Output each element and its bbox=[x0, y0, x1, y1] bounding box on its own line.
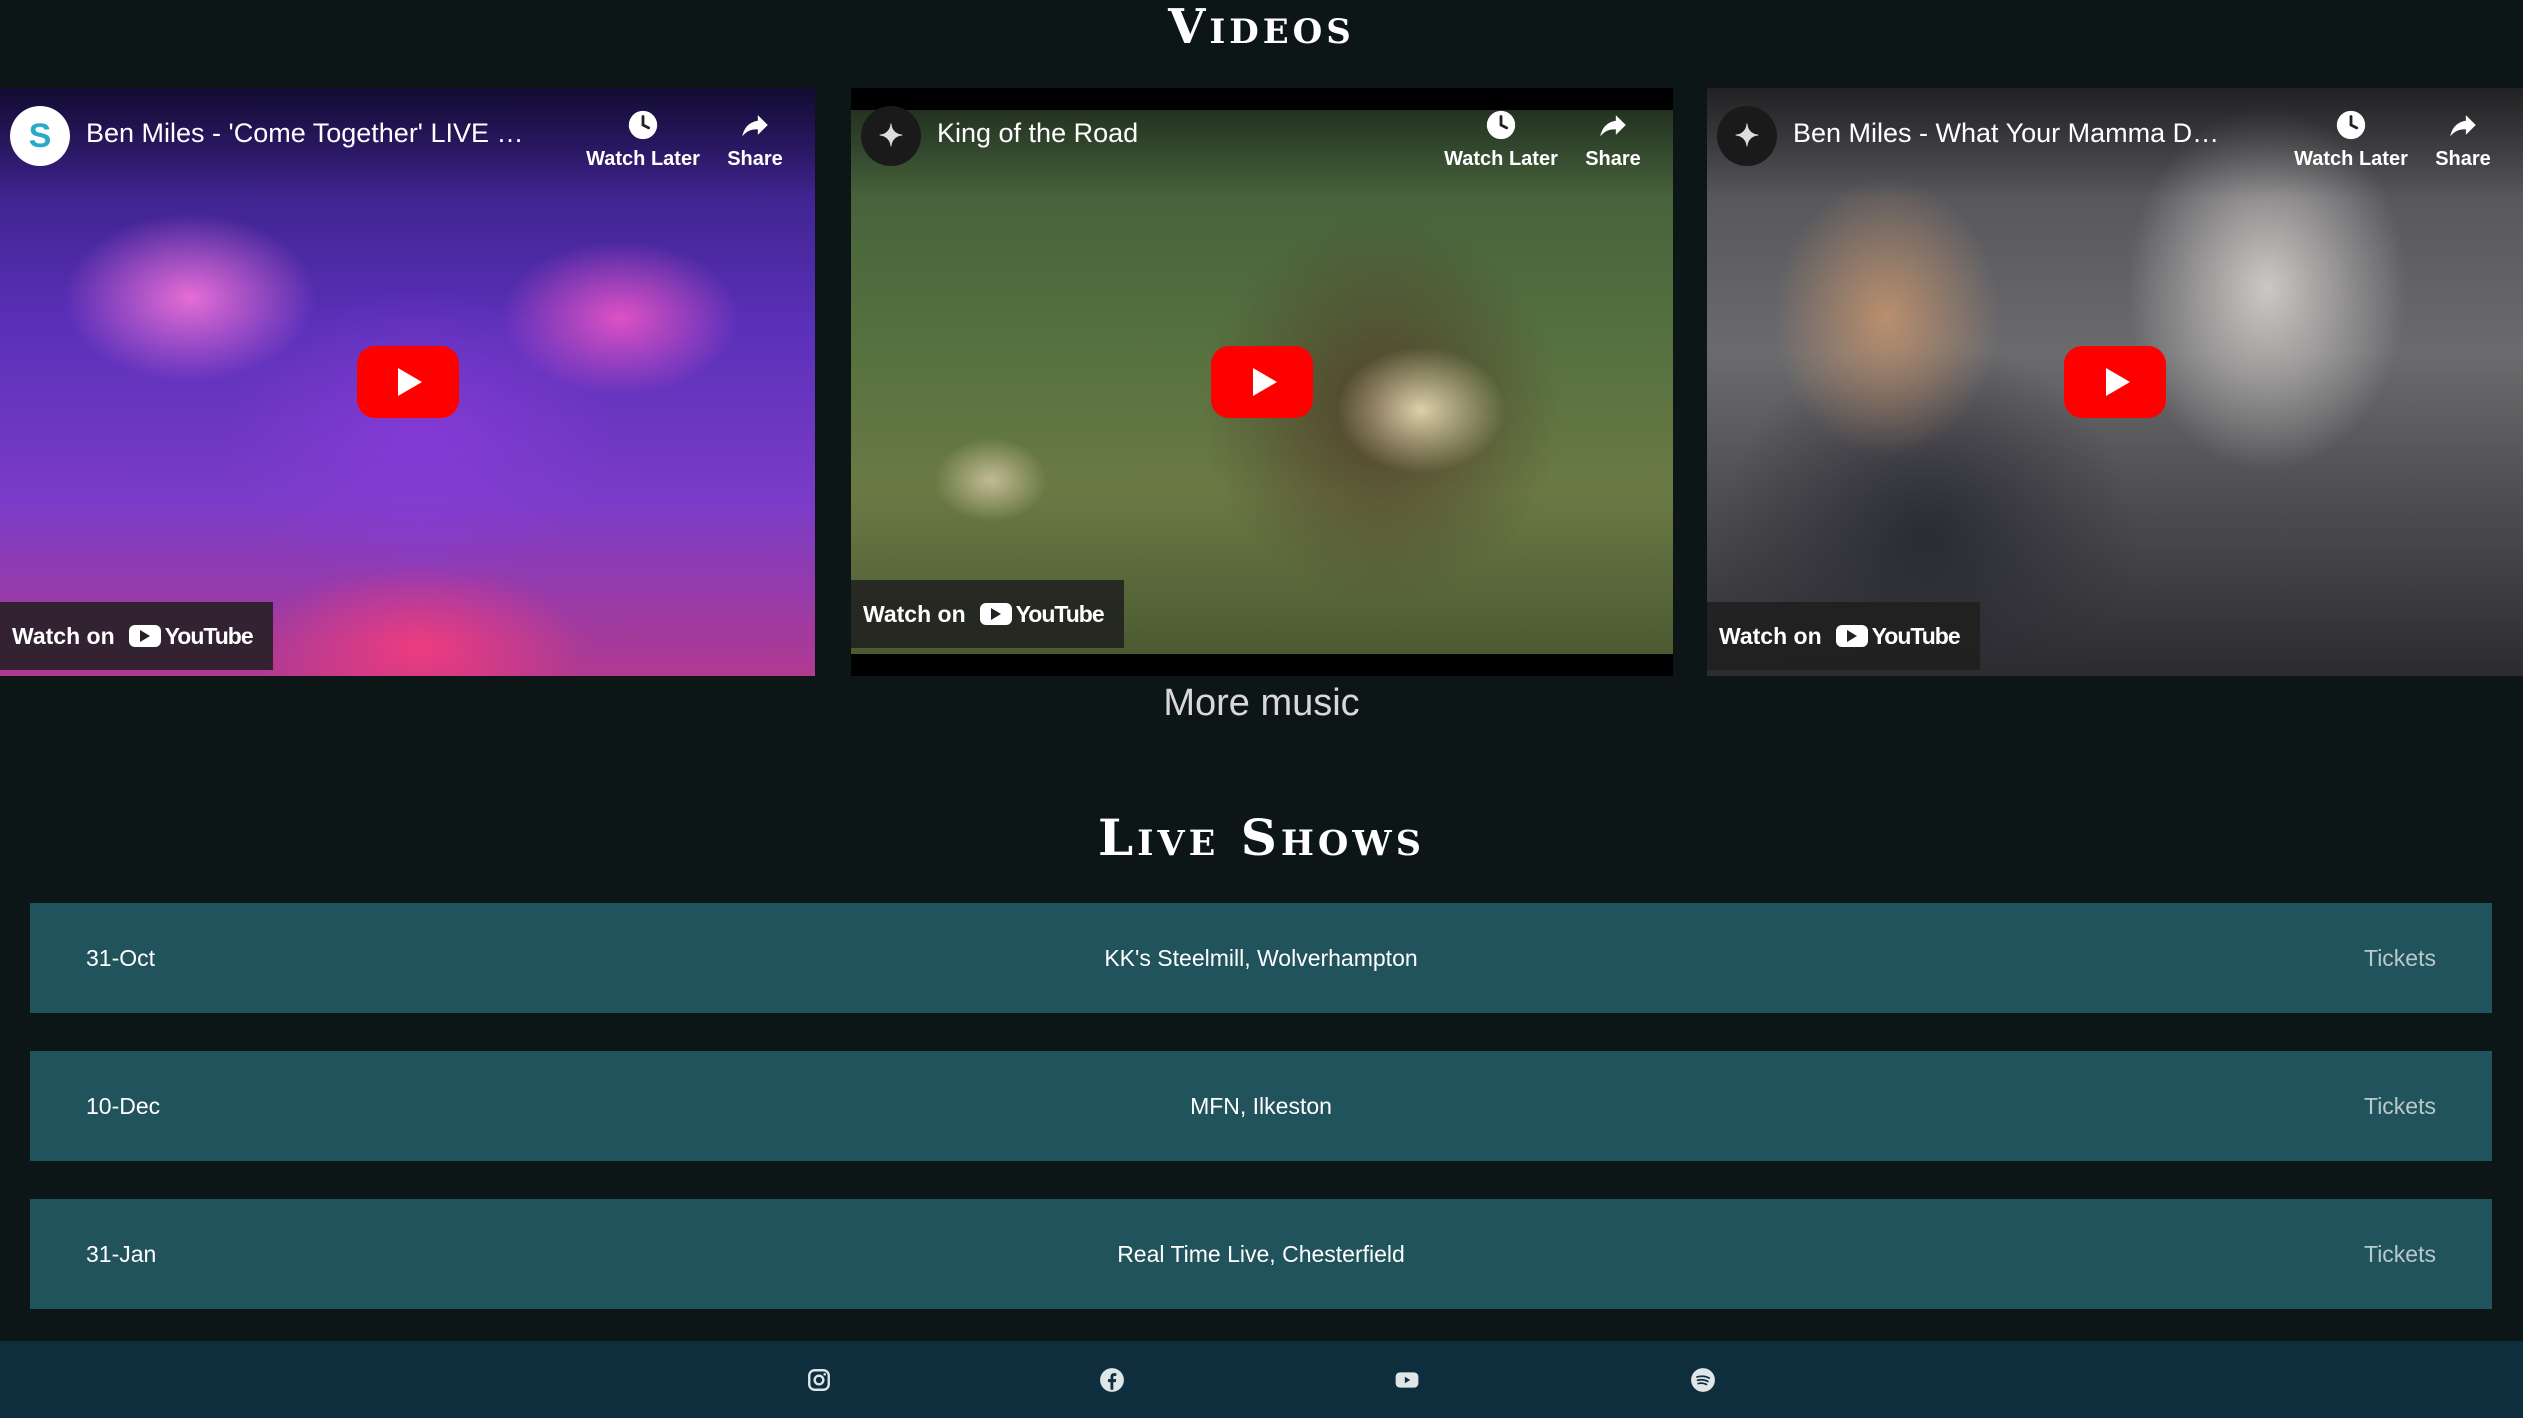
share-button[interactable]: Share bbox=[2403, 108, 2523, 171]
facebook-icon[interactable] bbox=[1099, 1367, 1125, 1393]
share-label: Share bbox=[727, 148, 783, 170]
site-footer bbox=[0, 1341, 2523, 1418]
youtube-wordmark: YouTube bbox=[164, 622, 254, 649]
watch-on-youtube-link[interactable]: Watch on YouTube bbox=[0, 602, 273, 670]
share-icon bbox=[2450, 115, 2476, 137]
show-venue: KK's Steelmill, Wolverhampton bbox=[1104, 944, 1418, 971]
share-icon bbox=[742, 115, 768, 137]
youtube-logo: YouTube bbox=[979, 600, 1105, 628]
tickets-link[interactable]: Tickets bbox=[2364, 1241, 2436, 1268]
video-gallery: S Ben Miles - 'Come Together' LIVE at R.… bbox=[0, 88, 2523, 676]
clock-icon bbox=[628, 110, 658, 140]
spotify-icon[interactable] bbox=[1690, 1367, 1716, 1393]
video-embed[interactable]: ✦ King of the Road Watch Later Share Wat… bbox=[851, 88, 1673, 676]
show-row: 10-Dec MFN, Ilkeston Tickets bbox=[30, 1051, 2492, 1161]
youtube-icon bbox=[128, 625, 161, 647]
show-venue: Real Time Live, Chesterfield bbox=[1117, 1240, 1405, 1267]
youtube-wordmark: YouTube bbox=[1015, 600, 1105, 627]
youtube-wordmark: YouTube bbox=[1871, 622, 1961, 649]
video-title[interactable]: Ben Miles - What Your Mamma Don't ... bbox=[1793, 118, 2233, 149]
share-label: Share bbox=[1585, 148, 1641, 170]
channel-avatar[interactable]: S bbox=[10, 106, 70, 166]
videos-heading: Videos bbox=[1168, 0, 1355, 55]
youtube-icon bbox=[1835, 625, 1868, 647]
play-icon bbox=[2105, 368, 2130, 396]
play-button[interactable] bbox=[356, 346, 459, 418]
play-button[interactable] bbox=[2064, 346, 2166, 418]
youtube-logo: YouTube bbox=[128, 622, 254, 650]
watch-on-label: Watch on bbox=[863, 600, 966, 627]
video-header: S Ben Miles - 'Come Together' LIVE at R.… bbox=[0, 88, 815, 198]
watch-on-youtube-link[interactable]: Watch on YouTube bbox=[851, 580, 1124, 648]
video-header: ✦ King of the Road Watch Later Share bbox=[851, 88, 1673, 198]
video-title[interactable]: Ben Miles - 'Come Together' LIVE at R... bbox=[86, 118, 526, 149]
watch-later-label: Watch Later bbox=[2294, 148, 2408, 170]
video-embed[interactable]: S Ben Miles - 'Come Together' LIVE at R.… bbox=[0, 88, 815, 676]
clock-icon bbox=[1486, 110, 1516, 140]
share-button[interactable]: Share bbox=[695, 108, 815, 171]
watch-on-label: Watch on bbox=[12, 622, 115, 649]
watch-later-button[interactable]: Watch Later bbox=[2291, 108, 2411, 171]
share-icon bbox=[1600, 115, 1626, 137]
instagram-icon[interactable] bbox=[806, 1367, 832, 1393]
more-music-link[interactable]: More music bbox=[0, 682, 2523, 725]
show-venue: MFN, Ilkeston bbox=[1190, 1092, 1332, 1119]
video-header: ✦ Ben Miles - What Your Mamma Don't ... … bbox=[1707, 88, 2523, 198]
show-row: 31-Oct KK's Steelmill, Wolverhampton Tic… bbox=[30, 903, 2492, 1013]
watch-later-label: Watch Later bbox=[1444, 148, 1558, 170]
video-embed[interactable]: ✦ Ben Miles - What Your Mamma Don't ... … bbox=[1707, 88, 2523, 676]
channel-avatar[interactable]: ✦ bbox=[861, 106, 921, 166]
watch-later-label: Watch Later bbox=[586, 148, 700, 170]
video-title[interactable]: King of the Road bbox=[937, 118, 1377, 149]
clock-icon bbox=[2336, 110, 2366, 140]
youtube-icon bbox=[979, 603, 1012, 625]
watch-on-label: Watch on bbox=[1719, 622, 1822, 649]
live-shows-heading: Live Shows bbox=[1097, 808, 1426, 867]
play-button[interactable] bbox=[1211, 346, 1313, 418]
share-button[interactable]: Share bbox=[1553, 108, 1673, 171]
play-icon bbox=[1252, 368, 1277, 396]
watch-later-button[interactable]: Watch Later bbox=[583, 108, 703, 171]
show-row: 31-Jan Real Time Live, Chesterfield Tick… bbox=[30, 1199, 2492, 1309]
watch-on-youtube-link[interactable]: Watch on YouTube bbox=[1707, 602, 1980, 670]
tickets-link[interactable]: Tickets bbox=[2364, 1093, 2436, 1120]
youtube-icon[interactable] bbox=[1394, 1367, 1420, 1393]
watch-later-button[interactable]: Watch Later bbox=[1441, 108, 1561, 171]
youtube-logo: YouTube bbox=[1835, 622, 1961, 650]
tickets-link[interactable]: Tickets bbox=[2364, 945, 2436, 972]
share-label: Share bbox=[2435, 148, 2491, 170]
play-icon bbox=[398, 368, 422, 396]
channel-avatar[interactable]: ✦ bbox=[1717, 106, 1777, 166]
